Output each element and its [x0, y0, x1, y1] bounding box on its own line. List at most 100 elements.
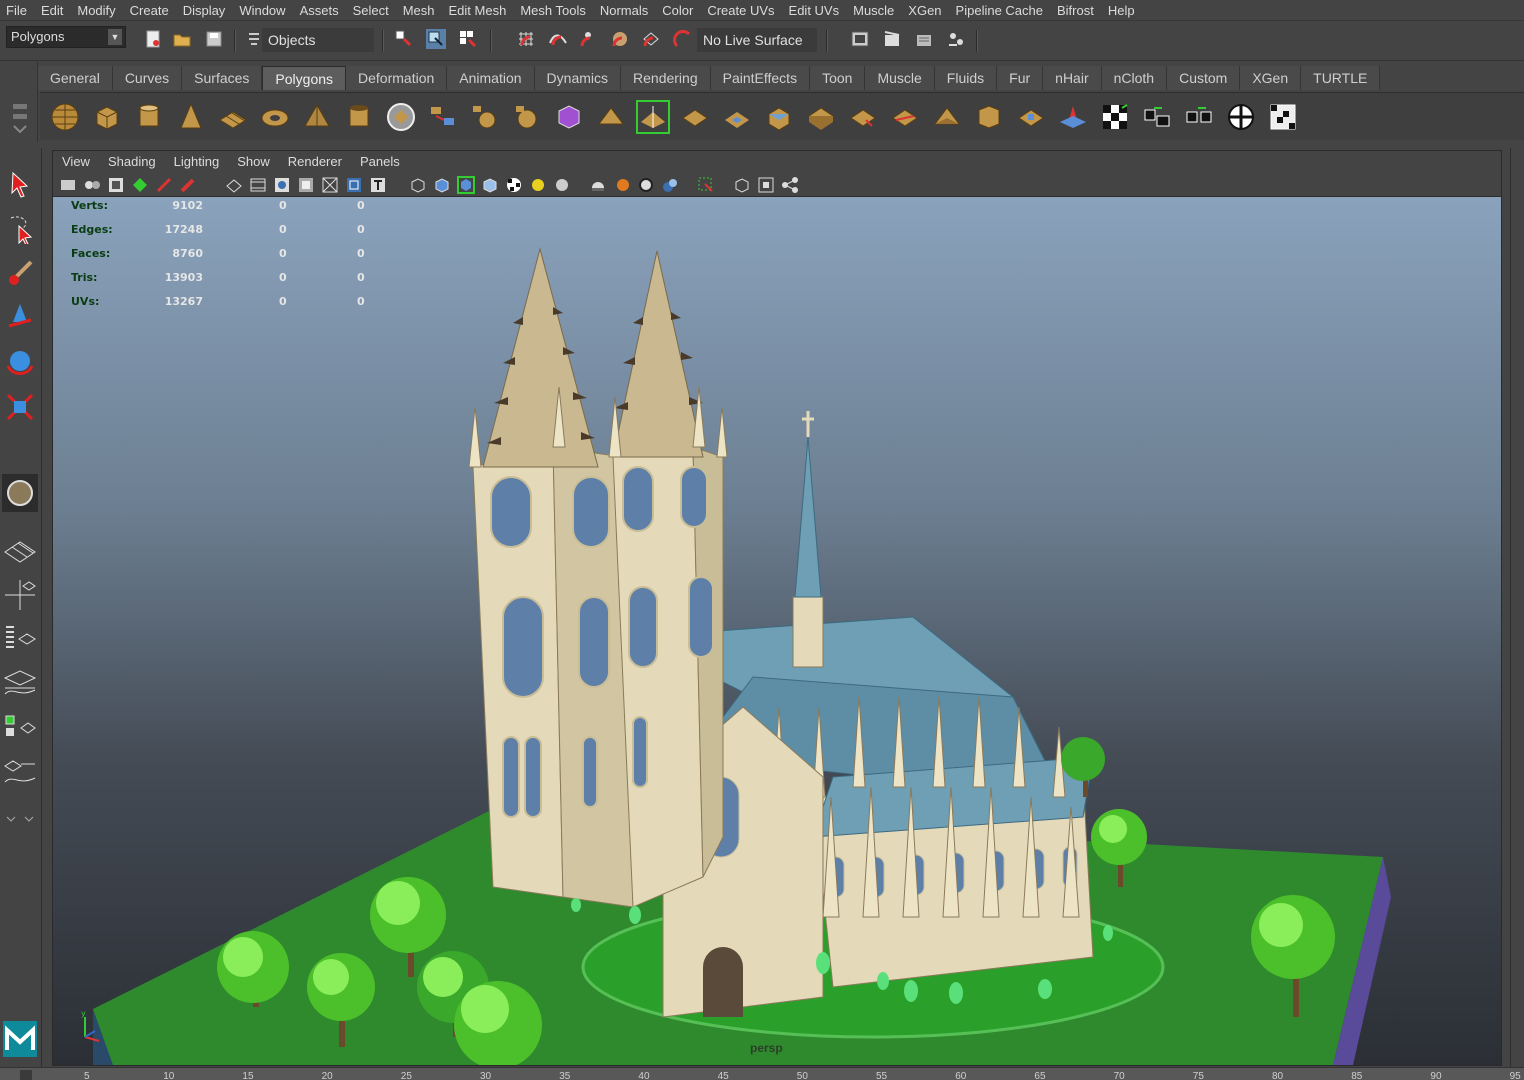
shelf-tab-turtle[interactable]: TURTLE [1301, 66, 1381, 90]
shelf-tab-toon[interactable]: Toon [810, 66, 866, 90]
gate-mask-icon[interactable] [297, 176, 315, 194]
menu-create-uvs[interactable]: Create UVs [701, 0, 782, 21]
split-polygon-icon[interactable] [846, 100, 880, 134]
menu-help[interactable]: Help [1102, 0, 1143, 21]
menu-file[interactable]: File [0, 0, 35, 21]
shelf-tab-surfaces[interactable]: Surfaces [182, 66, 263, 90]
menu-mesh-tools[interactable]: Mesh Tools [514, 0, 594, 21]
make-live-icon[interactable] [673, 29, 693, 49]
xray-icon[interactable] [481, 176, 499, 194]
shelf-tab-fur[interactable]: Fur [997, 66, 1044, 90]
camera-bookmark-icon[interactable] [83, 176, 101, 194]
menu-xgen[interactable]: XGen [902, 0, 949, 21]
render-frame-icon[interactable] [882, 29, 902, 49]
isolate-select-icon[interactable] [697, 176, 715, 194]
rotate-tool-icon[interactable] [2, 344, 38, 382]
safe-title-icon[interactable] [369, 176, 387, 194]
layout-four-icon[interactable] [2, 576, 38, 614]
collapse-icon[interactable] [972, 100, 1006, 134]
uv-layout-icon[interactable] [1182, 100, 1216, 134]
layout-uv-icon[interactable] [2, 754, 38, 792]
frame-selected-icon[interactable] [757, 176, 775, 194]
planar-mapping-icon[interactable] [1056, 100, 1090, 134]
snap-grid-icon[interactable] [516, 29, 536, 49]
layout-outliner-icon[interactable] [2, 620, 38, 658]
poly-sphere-icon[interactable] [48, 100, 82, 134]
3d-viewport[interactable]: Verts: 9102 0 0 Edges: 17248 0 0 Faces: 8760 0 0 Tri… [53, 197, 1501, 1065]
menu-select[interactable]: Select [347, 0, 397, 21]
extract-icon[interactable] [510, 100, 544, 134]
poly-cone-icon[interactable] [174, 100, 208, 134]
wireframe-icon[interactable] [409, 176, 427, 194]
snap-live-icon[interactable] [641, 29, 661, 49]
paint-select-icon[interactable] [2, 254, 38, 292]
film-gate-icon[interactable] [249, 176, 267, 194]
paint-icon[interactable] [179, 176, 197, 194]
anti-aliasing-icon[interactable] [637, 176, 655, 194]
menu-edit[interactable]: Edit [35, 0, 71, 21]
panel-menu-show[interactable]: Show [228, 151, 279, 173]
menu-color[interactable]: Color [656, 0, 701, 21]
select-component-icon[interactable] [458, 29, 478, 49]
menu-mesh[interactable]: Mesh [397, 0, 443, 21]
resolution-gate-icon[interactable] [273, 176, 291, 194]
panel-menu-renderer[interactable]: Renderer [279, 151, 351, 173]
shelf-tab-deformation[interactable]: Deformation [346, 66, 448, 90]
screen-space-ao-icon[interactable] [589, 176, 607, 194]
shelf-tab-muscle[interactable]: Muscle [865, 66, 935, 90]
uv-sphere-icon[interactable] [1224, 100, 1258, 134]
bridge-icon[interactable] [678, 100, 712, 134]
merge-icon[interactable] [1014, 100, 1048, 134]
shadows-icon[interactable] [553, 176, 571, 194]
uv-checker-icon[interactable] [1098, 100, 1132, 134]
safe-action-icon[interactable] [345, 176, 363, 194]
shelf-tab-fluids[interactable]: Fluids [934, 66, 998, 90]
last-tool-icon[interactable] [2, 474, 38, 512]
shelf-menu-icon[interactable] [10, 100, 30, 140]
image-plane-icon[interactable] [107, 176, 125, 194]
save-scene-icon[interactable] [204, 29, 224, 49]
extrude-icon[interactable] [762, 100, 796, 134]
fill-hole-icon[interactable] [720, 100, 754, 134]
layout-menu-icon[interactable] [2, 800, 38, 838]
shelf-tab-painteffects[interactable]: PaintEffects [710, 66, 811, 90]
render-settings-icon[interactable] [946, 29, 966, 49]
wireframe-on-shaded-icon[interactable] [457, 176, 475, 194]
open-scene-icon[interactable] [172, 29, 192, 49]
lasso-select-icon[interactable] [2, 210, 38, 248]
motion-blur-icon[interactable] [613, 176, 631, 194]
menu-assets[interactable]: Assets [294, 0, 347, 21]
poly-pyramid-icon[interactable] [300, 100, 334, 134]
bevel-icon[interactable] [930, 100, 964, 134]
panel-menu-panels[interactable]: Panels [351, 151, 409, 173]
poly-platonic-icon[interactable] [384, 100, 418, 134]
poly-pipe-icon[interactable] [342, 100, 376, 134]
snap-curve-icon[interactable] [548, 29, 568, 49]
shelf-tab-xgen[interactable]: XGen [1240, 66, 1302, 90]
panel-menu-lighting[interactable]: Lighting [165, 151, 229, 173]
select-hierarchy-icon[interactable] [394, 29, 414, 49]
combine-icon[interactable] [426, 100, 460, 134]
selection-mask-icon[interactable] [244, 29, 264, 49]
select-object-icon[interactable] [426, 29, 446, 49]
grease-pencil-icon[interactable] [155, 176, 173, 194]
select-arrow-icon[interactable] [2, 166, 38, 204]
menu-create[interactable]: Create [124, 0, 177, 21]
shelf-tab-animation[interactable]: Animation [447, 66, 535, 90]
snap-point-icon[interactable] [578, 29, 598, 49]
panel-menu-view[interactable]: View [53, 151, 99, 173]
shelf-tab-ncloth[interactable]: nCloth [1101, 66, 1168, 90]
poly-plane-icon[interactable] [216, 100, 250, 134]
use-all-lights-icon[interactable] [529, 176, 547, 194]
append-polygon-icon[interactable] [804, 100, 838, 134]
menu-edit-mesh[interactable]: Edit Mesh [443, 0, 515, 21]
smooth-icon[interactable] [594, 100, 628, 134]
scale-tool-icon[interactable] [2, 388, 38, 426]
panel-menu-shading[interactable]: Shading [99, 151, 165, 173]
boolean-icon[interactable] [552, 100, 586, 134]
poly-torus-icon[interactable] [258, 100, 292, 134]
selection-mask-field[interactable]: Objects [262, 28, 374, 52]
poly-cube-icon[interactable] [90, 100, 124, 134]
time-slider[interactable]: 5 10 15 20 25 30 35 40 45 50 55 60 65 70 75 80 85 90 95 [0, 1067, 1524, 1080]
shelf-options[interactable] [0, 62, 38, 142]
